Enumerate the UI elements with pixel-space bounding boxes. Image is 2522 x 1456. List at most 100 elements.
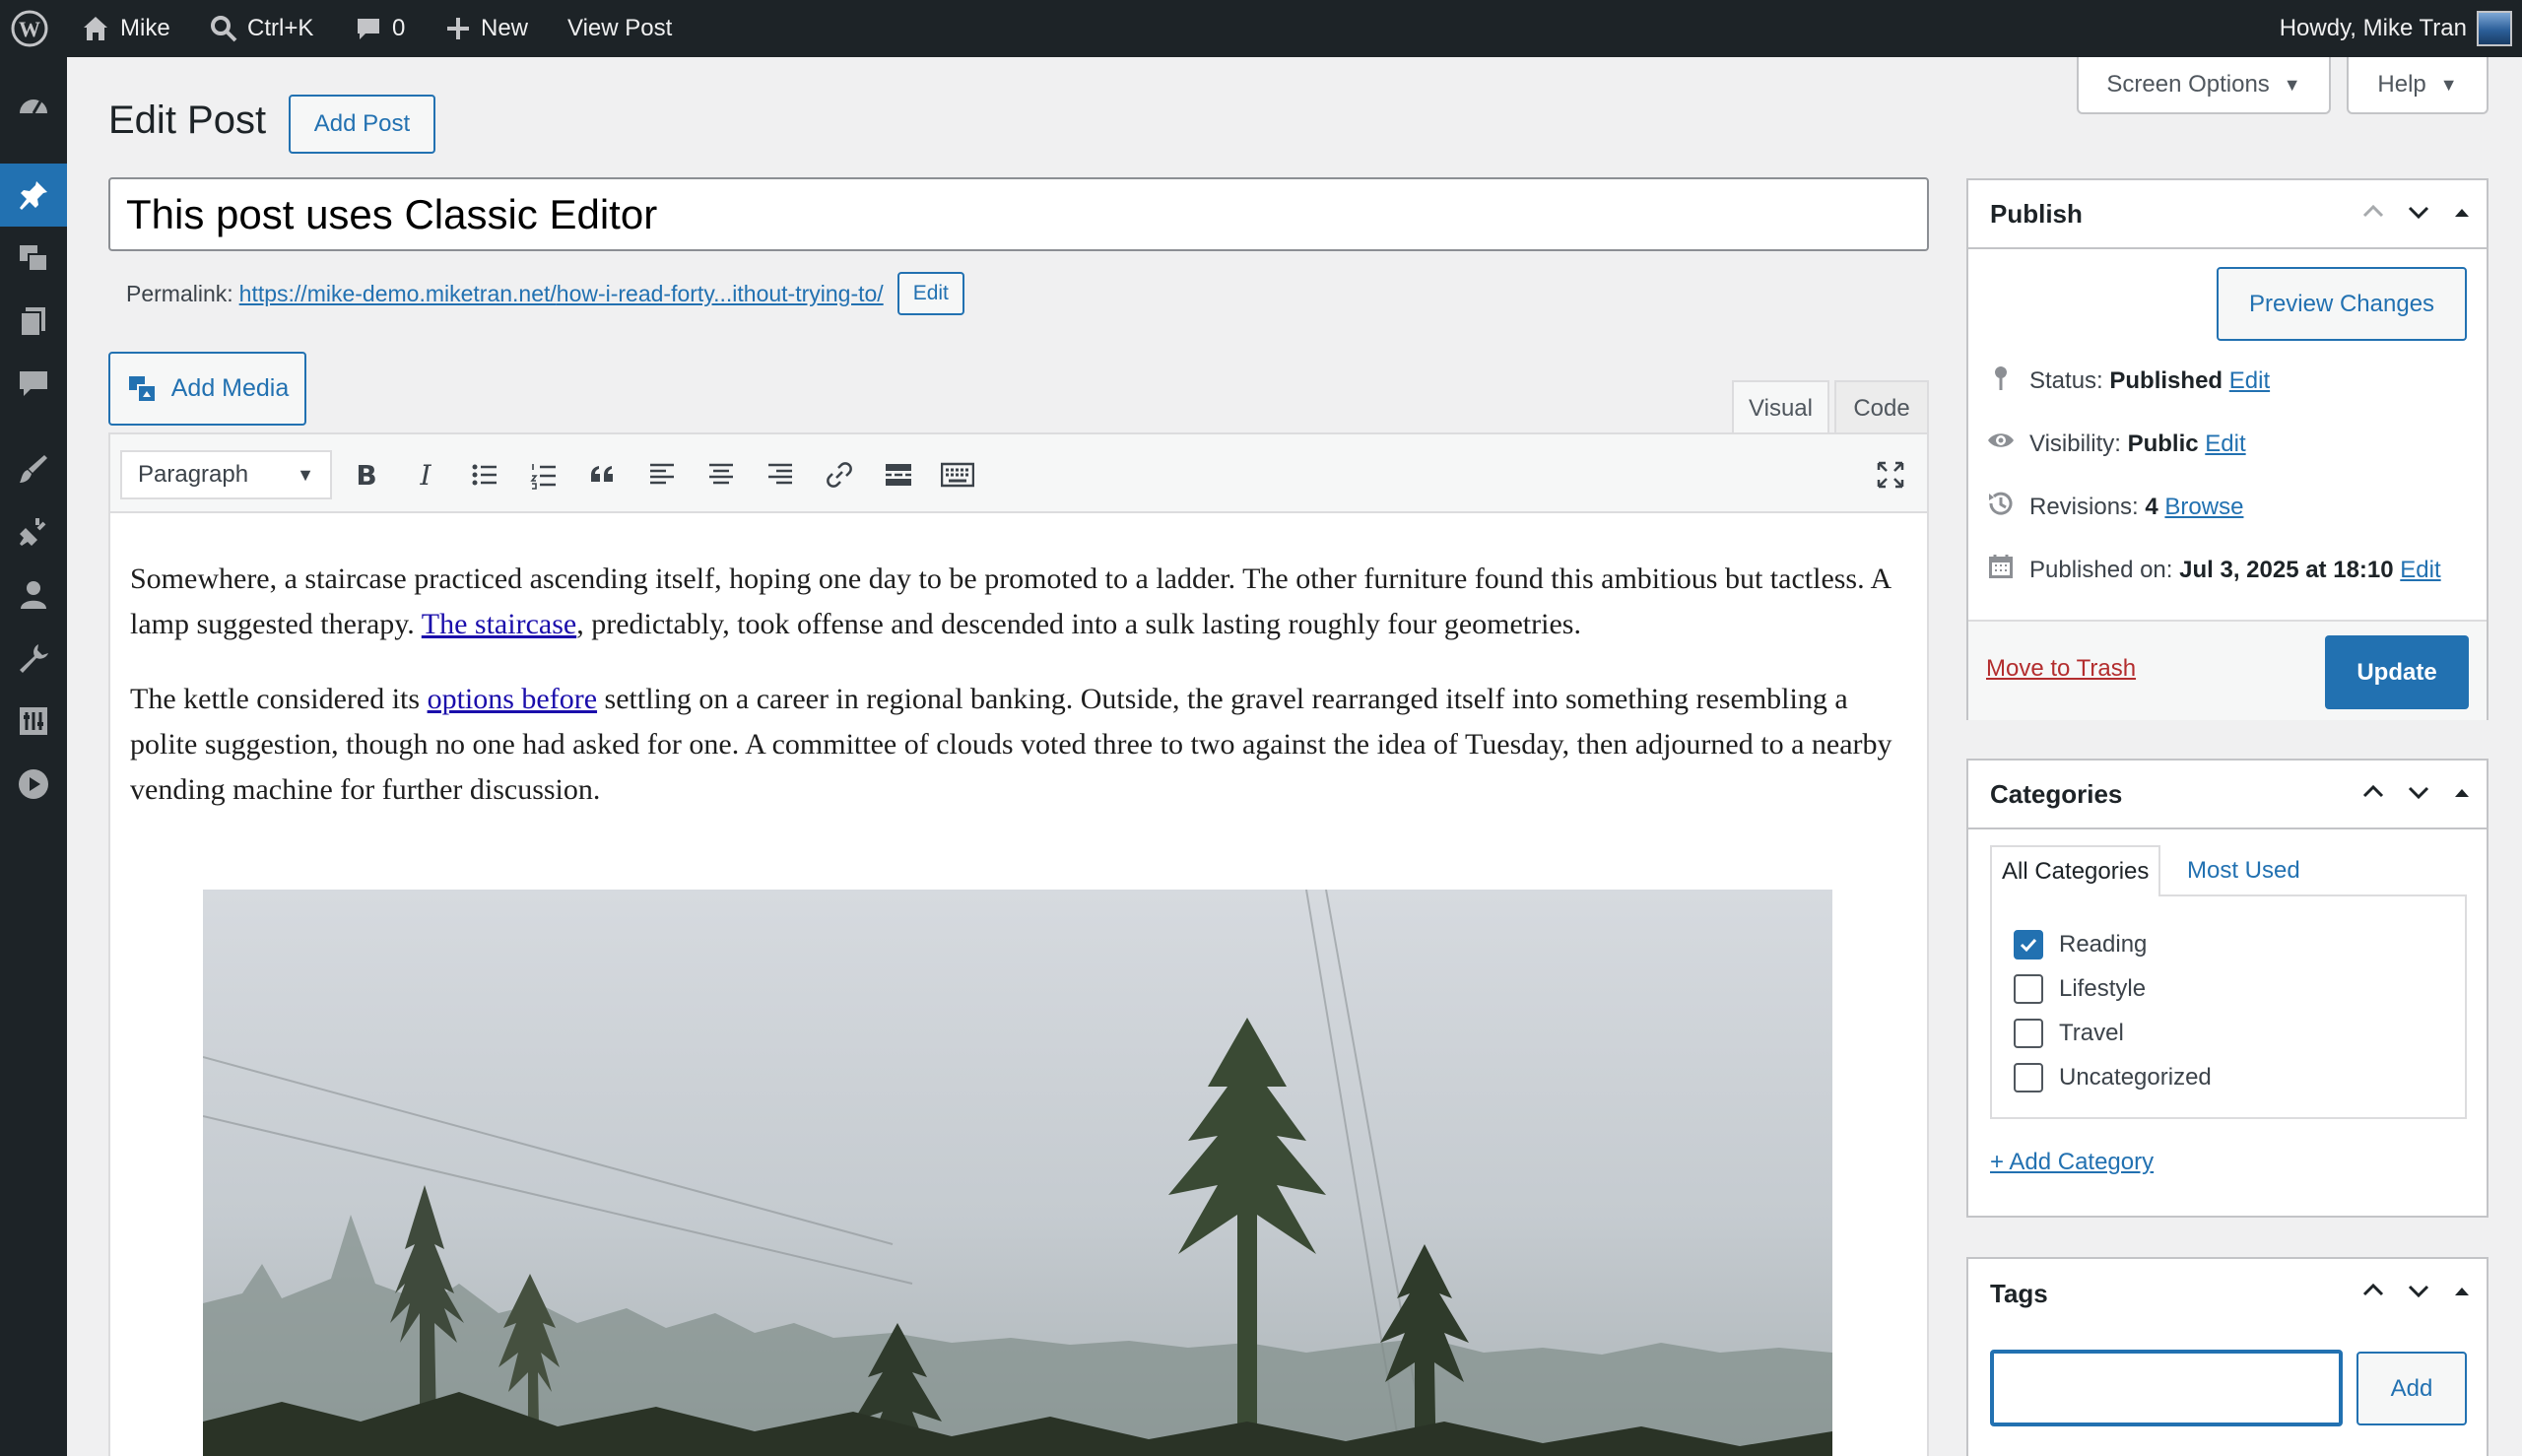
menu-tools[interactable] [0, 627, 67, 690]
insert-link-button[interactable] [817, 452, 862, 497]
status-row: Status: Published Edit [1986, 363, 2270, 399]
toggle-panel-icon[interactable] [2451, 1279, 2473, 1309]
move-up-icon[interactable] [2360, 1278, 2386, 1310]
new-content-link[interactable]: New [445, 0, 528, 57]
toggle-panel-icon[interactable] [2451, 780, 2473, 811]
menu-appearance[interactable] [0, 437, 67, 500]
fullscreen-button[interactable] [1868, 452, 1913, 497]
menu-media[interactable] [0, 227, 67, 290]
content-link[interactable]: The staircase [422, 608, 576, 640]
align-center-button[interactable] [698, 452, 744, 497]
search-shortcut[interactable]: Ctrl+K [210, 0, 313, 57]
tags-header: Tags [1968, 1259, 2487, 1328]
post-content[interactable]: Somewhere, a staircase practiced ascendi… [130, 557, 1913, 842]
category-item[interactable]: Travel [2014, 1019, 2124, 1048]
publish-header: Publish [1968, 180, 2487, 249]
wordpress-logo-icon[interactable]: W [10, 0, 49, 57]
update-button[interactable]: Update [2325, 635, 2469, 709]
checkbox[interactable] [2014, 1019, 2043, 1048]
add-category-link[interactable]: + Add Category [1990, 1149, 2154, 1176]
site-name-link[interactable]: Mike [81, 0, 170, 57]
toolbar-toggle-button[interactable] [935, 452, 980, 497]
settings-icon [20, 707, 47, 735]
add-tag-button[interactable]: Add [2356, 1352, 2467, 1425]
publish-title: Publish [1990, 198, 2083, 229]
menu-users[interactable] [0, 563, 67, 627]
move-down-icon[interactable] [2406, 779, 2431, 812]
categories-header: Categories [1968, 761, 2487, 829]
content-link[interactable]: options before [428, 683, 597, 715]
checkbox[interactable] [2014, 1063, 2043, 1092]
box-controls [2360, 180, 2473, 249]
checkbox[interactable] [2014, 974, 2043, 1004]
tab-visual[interactable]: Visual [1732, 380, 1829, 434]
menu-plugins[interactable] [0, 500, 67, 563]
box-controls [2360, 761, 2473, 829]
add-post-button[interactable]: Add Post [289, 95, 435, 154]
tags-box: Tags Add [1966, 1257, 2489, 1456]
bold-icon: B [356, 458, 377, 492]
preview-changes-button[interactable]: Preview Changes [2217, 267, 2467, 341]
move-up-icon[interactable] [2360, 779, 2386, 812]
browse-revisions-link[interactable]: Browse [2164, 494, 2243, 520]
bullet-list-button[interactable] [462, 452, 507, 497]
menu-pages[interactable] [0, 290, 67, 353]
format-select[interactable]: Paragraph ▼ [120, 450, 332, 499]
align-right-button[interactable] [758, 452, 803, 497]
media-icon [20, 245, 48, 272]
tab-most-used[interactable]: Most Used [2177, 845, 2310, 896]
category-item[interactable]: Reading [2014, 930, 2147, 960]
comments-count: 0 [392, 15, 406, 41]
post-image[interactable] [203, 890, 1832, 1456]
media-icon [128, 375, 157, 403]
category-item[interactable]: Lifestyle [2014, 974, 2146, 1004]
menu-posts[interactable] [0, 164, 67, 227]
comments-link[interactable]: 0 [355, 0, 405, 57]
category-item[interactable]: Uncategorized [2014, 1063, 2212, 1092]
move-up-icon[interactable] [2360, 199, 2386, 232]
checkbox-checked[interactable] [2014, 930, 2043, 960]
add-media-button[interactable]: Add Media [108, 352, 306, 426]
move-down-icon[interactable] [2406, 199, 2431, 232]
move-down-icon[interactable] [2406, 1278, 2431, 1310]
menu-comments[interactable] [0, 353, 67, 416]
tab-all-categories[interactable]: All Categories [1990, 845, 2161, 896]
toggle-panel-icon[interactable] [2451, 200, 2473, 231]
plugin-icon [20, 518, 46, 546]
menu-dashboard[interactable] [0, 75, 67, 138]
move-to-trash-link[interactable]: Move to Trash [1986, 655, 2136, 683]
post-title-input[interactable] [108, 177, 1929, 251]
menu-settings[interactable] [0, 690, 67, 753]
align-left-button[interactable] [639, 452, 685, 497]
help-button[interactable]: Help ▼ [2347, 57, 2489, 114]
bold-button[interactable]: B [344, 452, 389, 497]
svg-text:W: W [19, 17, 40, 41]
date-edit-link[interactable]: Edit [2400, 557, 2440, 583]
page-title: Edit Post [108, 99, 267, 142]
permalink-link[interactable]: https://mike-demo.miketran.net/how-i-rea… [239, 281, 884, 307]
blockquote-button[interactable] [580, 452, 626, 497]
paragraph: The kettle considered its options before… [130, 683, 1892, 806]
numbered-list-button[interactable] [521, 452, 566, 497]
read-more-button[interactable] [876, 452, 921, 497]
comment-icon [358, 19, 379, 39]
pages-icon [20, 307, 45, 337]
keyboard-icon [941, 462, 974, 488]
visibility-edit-link[interactable]: Edit [2205, 430, 2245, 457]
tag-input[interactable] [1990, 1350, 2343, 1426]
site-name: Mike [120, 15, 170, 41]
box-controls [2360, 1259, 2473, 1328]
admin-bar: W Mike Ctrl+K 0 New View Post Howdy, Mik… [0, 0, 2522, 57]
view-post-link[interactable]: View Post [567, 0, 672, 57]
tab-code[interactable]: Code [1834, 380, 1929, 434]
screen-options-button[interactable]: Screen Options ▼ [2077, 57, 2331, 114]
visibility-row: Visibility: Public Edit [1986, 426, 2246, 462]
my-account[interactable]: Howdy, Mike Tran [2280, 0, 2512, 57]
fullscreen-icon [1877, 461, 1904, 489]
permalink-edit-button[interactable]: Edit [896, 272, 964, 315]
wrench-icon [20, 644, 48, 673]
italic-button[interactable]: I [403, 452, 448, 497]
published-on-row: Published on: Jul 3, 2025 at 18:10 Edit [1986, 552, 2441, 588]
status-edit-link[interactable]: Edit [2229, 367, 2270, 394]
menu-collapse[interactable] [0, 753, 67, 816]
